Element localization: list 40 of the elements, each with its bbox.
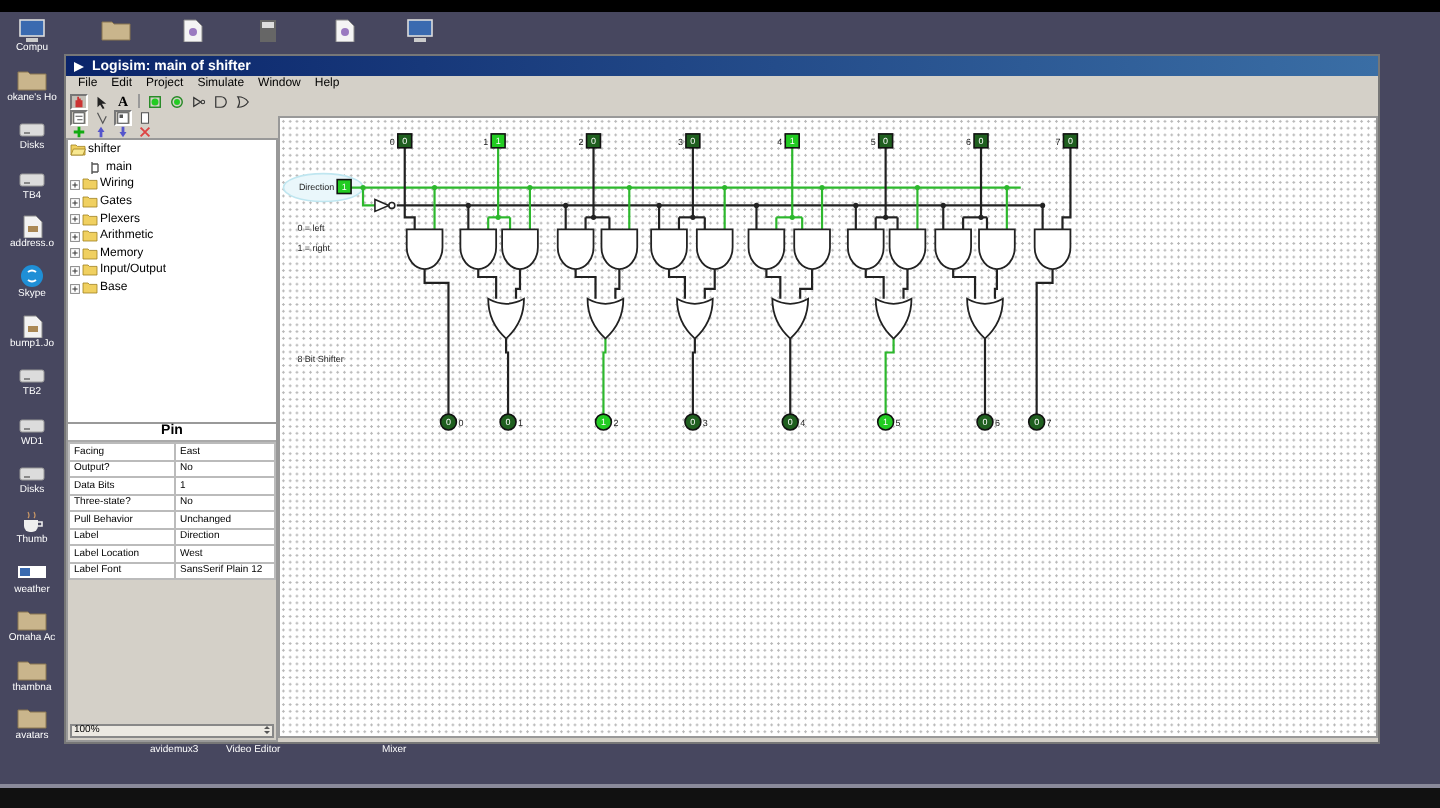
app-icon (72, 59, 86, 73)
table-view-tool-button[interactable] (92, 109, 110, 125)
expand-icon[interactable] (70, 214, 80, 225)
folder-icon[interactable] (100, 18, 132, 42)
expand-icon[interactable] (70, 231, 80, 242)
expand-icon[interactable] (70, 179, 80, 190)
monitor-icon[interactable] (16, 18, 48, 42)
arrow-down-icon[interactable] (116, 123, 130, 139)
input-pin[interactable] (490, 133, 506, 149)
arrow-up-icon[interactable] (94, 123, 108, 139)
input-pin[interactable] (585, 133, 602, 149)
input-pin[interactable] (784, 133, 800, 149)
appearance-tool-button[interactable] (136, 109, 154, 125)
folder-icon[interactable] (16, 67, 48, 92)
monitor-icon[interactable] (404, 18, 436, 42)
delete-icon[interactable] (138, 123, 152, 139)
expand-icon[interactable] (70, 197, 80, 208)
spinner-icon[interactable] (262, 724, 272, 736)
folder-icon[interactable] (16, 657, 48, 682)
expand-icon[interactable] (70, 265, 80, 276)
layout-tool-button[interactable] (114, 109, 132, 125)
open-folder-icon (70, 142, 86, 159)
hand-tool-button[interactable] (70, 93, 88, 109)
folder-icon[interactable] (16, 706, 48, 731)
input-pin-tool-button[interactable] (146, 93, 164, 109)
input-pin[interactable] (397, 133, 413, 149)
folder-icon[interactable] (16, 608, 48, 633)
input-pin[interactable] (1062, 133, 1079, 149)
expand-icon[interactable] (70, 248, 80, 259)
expand-icon[interactable] (70, 283, 80, 294)
arrow-tool-button[interactable] (92, 93, 110, 109)
and-gate-tool-button[interactable] (212, 93, 230, 109)
input-pin[interactable] (877, 133, 894, 149)
input-pin[interactable] (973, 133, 989, 149)
circuit-icon (88, 159, 104, 176)
not-gate-tool-button[interactable] (190, 93, 208, 109)
plus-icon[interactable] (72, 123, 86, 139)
or-gate-tool-button[interactable] (234, 93, 252, 109)
input-pin[interactable] (685, 133, 701, 149)
input-pin[interactable] (336, 178, 352, 195)
